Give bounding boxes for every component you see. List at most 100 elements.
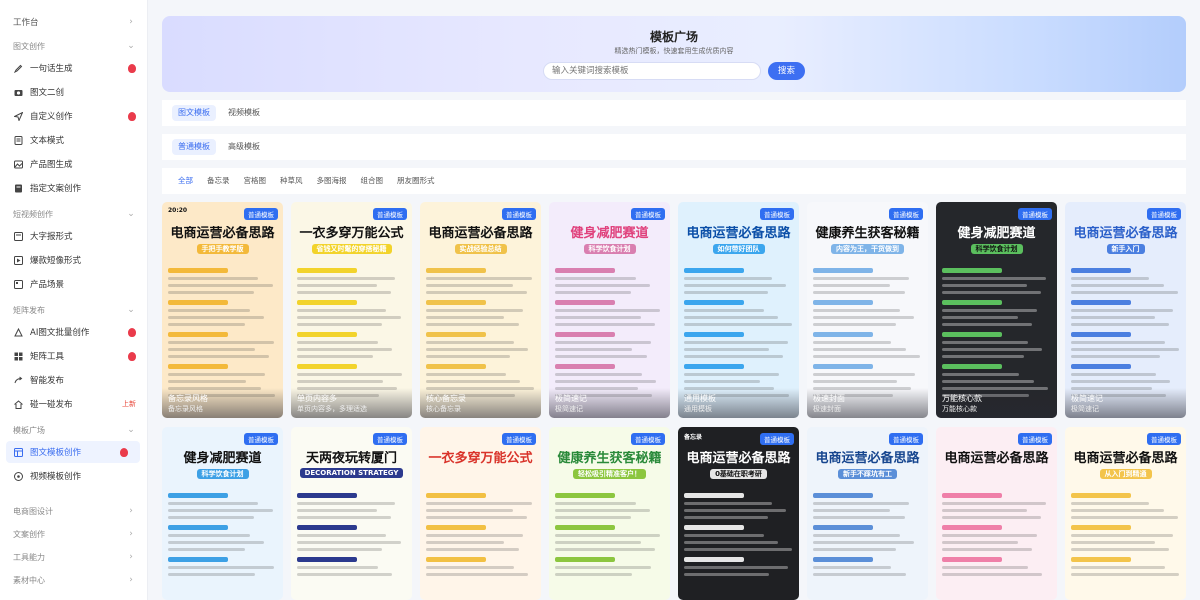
card-text-line (555, 516, 632, 519)
template-card[interactable]: 健身减肥赛道 科学饮食计划 普通模板 极简速记 极简速记 (549, 202, 670, 418)
sidebar-group-bottom-2[interactable]: 工具能力 › (0, 546, 148, 568)
card-text-line (297, 316, 401, 319)
card-text-line (813, 291, 905, 294)
card-text-line (426, 300, 486, 305)
sidebar-item-1-1[interactable]: 爆款短像形式 (0, 249, 148, 271)
card-text-line (168, 277, 259, 280)
tab-tabs_style-4[interactable]: 多图海报 (311, 173, 353, 189)
card-name: 极简速记 (1071, 394, 1103, 403)
template-card[interactable]: 备忘录 电商运营必备思路 0基础在职考研 普通模板 (678, 427, 799, 600)
card-subtitle-text: 科学饮食计划 (196, 469, 249, 479)
tab-tabs_type-1[interactable]: 视频模板 (222, 105, 266, 121)
card-text-line (684, 502, 773, 505)
card-text-line (942, 291, 1042, 294)
template-card[interactable]: 健身减肥赛道 科学饮食计划 普通模板 万能核心款 万能核心款 (936, 202, 1057, 418)
card-text-line (942, 573, 1043, 576)
sidebar-item-3-1[interactable]: 视频模板创作 (0, 465, 148, 487)
card-text-line (426, 332, 486, 337)
template-search-input[interactable] (543, 62, 761, 80)
card-title: 电商运营必备思路 (944, 451, 1049, 466)
template-card[interactable]: 电商运营必备思路 如何带好团队 普通模板 通用模板 通用模板 (678, 202, 799, 418)
sidebar-item-2-2[interactable]: 智能发布 (0, 369, 148, 391)
card-title: 电商运营必备思路 (815, 451, 920, 466)
sidebar-item-1-2[interactable]: 产品场景 (0, 273, 148, 295)
card-title: 电商运营必备思路 (170, 226, 275, 241)
card-text-line (942, 541, 1019, 544)
sidebar-item-3-0[interactable]: 图文模板创作 (6, 441, 140, 463)
sidebar-group-bottom-1[interactable]: 文案创作 › (0, 523, 148, 545)
tab-tabs_style-0[interactable]: 全部 (172, 173, 199, 189)
template-card[interactable]: 健康养生获客秘籍 轻松吸引精准客户！ 普通模板 (549, 427, 670, 600)
sidebar-item-0-5[interactable]: 指定文案创作 (0, 177, 148, 199)
card-text-line (813, 316, 915, 319)
card-text-line (426, 309, 523, 312)
card-text-line (684, 509, 787, 512)
template-card[interactable]: 天两夜玩转厦门 DECORATION STRATEGY 普通模板 (291, 427, 412, 600)
template-card[interactable]: 健康养生获客秘籍 内容为王，干货做到 普通模板 极速封面 极速封面 (807, 202, 928, 418)
sidebar-item-workbench[interactable]: 工作台 › (0, 11, 148, 33)
template-card[interactable]: 电商运营必备思路 从入门到精通 普通模板 (1065, 427, 1186, 600)
sidebar-item-2-3[interactable]: 碰一碰发布 上新 (0, 393, 148, 415)
sidebar-item-0-2[interactable]: 自定义创作 (0, 105, 148, 127)
search-button[interactable]: 搜索 (768, 62, 805, 80)
card-preview: 健康养生获客秘籍 内容为王，干货做到 (807, 202, 928, 418)
card-subtitle-text: 如何带好团队 (712, 244, 765, 254)
sidebar-group-3[interactable]: 模板广场 ⌄ (0, 419, 148, 441)
sidebar-item-2-0[interactable]: AI图文批量创作 (0, 321, 148, 343)
sidebar-label: 碰一碰发布 (30, 400, 73, 410)
card-preview: 电商运营必备思路 实战经验总结 (420, 202, 541, 418)
edit-icon (14, 64, 23, 73)
card-tag-badge: 普通模板 (631, 208, 665, 220)
card-text-lines (168, 487, 277, 580)
chevron-right-icon: › (129, 552, 133, 562)
tab-tabs_type-0[interactable]: 图文模板 (172, 105, 216, 121)
tab-tabs_level-0[interactable]: 普通模板 (172, 139, 216, 155)
card-text-lines (813, 262, 922, 401)
template-card[interactable]: 一衣多穿万能公式 省钱又时髦的穿搭秘籍 普通模板 单页内容多 单页内容多，多理适选 (291, 202, 412, 418)
chevron-right-icon: › (129, 506, 133, 516)
template-card[interactable]: 电商运营必备思路 新手入门 普通模板 极简速记 极简速记 (1065, 202, 1186, 418)
sidebar-group-1[interactable]: 短视频创作 ⌄ (0, 203, 148, 225)
template-card[interactable]: 电商运营必备思路 新手不踩坑有工 普通模板 (807, 427, 928, 600)
sidebar-item-0-3[interactable]: 文本模式 (0, 129, 148, 151)
card-text-line (942, 380, 1034, 383)
tab-tabs_style-5[interactable]: 组合图 (355, 173, 390, 189)
sidebar-item-0-4[interactable]: 产品图生成 (0, 153, 148, 175)
card-name: 备忘录风格 (168, 394, 208, 403)
sidebar-item-2-1[interactable]: 矩阵工具 (0, 345, 148, 367)
card-text-line (426, 525, 486, 530)
card-text-line (684, 525, 744, 530)
template-card[interactable]: 电商运营必备思路 实战经验总结 普通模板 核心备忘录 核心备忘录 (420, 202, 541, 418)
scene-icon (14, 279, 23, 289)
card-text-line (1071, 502, 1150, 505)
sidebar-group-2[interactable]: 矩阵发布 ⌄ (0, 299, 148, 321)
doc-icon (14, 135, 23, 145)
tab-tabs_style-3[interactable]: 种草风 (274, 173, 309, 189)
template-card[interactable]: 电商运营必备思路 普通模板 (936, 427, 1057, 600)
tab-tabs_style-1[interactable]: 备忘录 (201, 173, 236, 189)
card-text-line (942, 516, 1042, 519)
sidebar-item-0-0[interactable]: 一句话生成 (0, 57, 148, 79)
template-card[interactable]: 健身减肥赛道 科学饮食计划 普通模板 (162, 427, 283, 600)
card-text-lines (555, 262, 664, 401)
template-card[interactable]: 20:20 电商运营必备思路 手把手教学版 普通模板 备忘录风格 备忘录风格 (162, 202, 283, 418)
card-text-line (297, 548, 383, 551)
sidebar: 工作台 › 图文创作 ⌄ 一句话生成 图文二创 自定义创作 文本模式 产品图生成 指定文案创作 短视… (0, 0, 148, 600)
tab-tabs_style-2[interactable]: 宫格图 (238, 173, 273, 189)
card-text-line (1071, 277, 1150, 280)
image-icon (14, 160, 23, 169)
card-text-line (942, 284, 1028, 287)
tab-tabs_level-1[interactable]: 高级模板 (222, 139, 266, 155)
template-card[interactable]: 一衣多穿万能公式 普通模板 (420, 427, 541, 600)
sidebar-group-bottom-3[interactable]: 素材中心 › (0, 569, 148, 591)
sidebar-group-0[interactable]: 图文创作 ⌄ (0, 35, 148, 57)
card-text-line (426, 534, 523, 537)
card-text-line (813, 573, 906, 576)
sidebar-item-0-1[interactable]: 图文二创 (0, 81, 148, 103)
card-text-line (684, 380, 761, 383)
sidebar-group-bottom-0[interactable]: 电商图设计 › (0, 500, 148, 522)
sidebar-item-1-0[interactable]: 大字报形式 (0, 225, 148, 247)
card-subtitle: 科学饮食计划 (936, 244, 1057, 254)
tab-tabs_style-6[interactable]: 朋友圈形式 (391, 173, 441, 189)
card-text-line (426, 291, 528, 294)
